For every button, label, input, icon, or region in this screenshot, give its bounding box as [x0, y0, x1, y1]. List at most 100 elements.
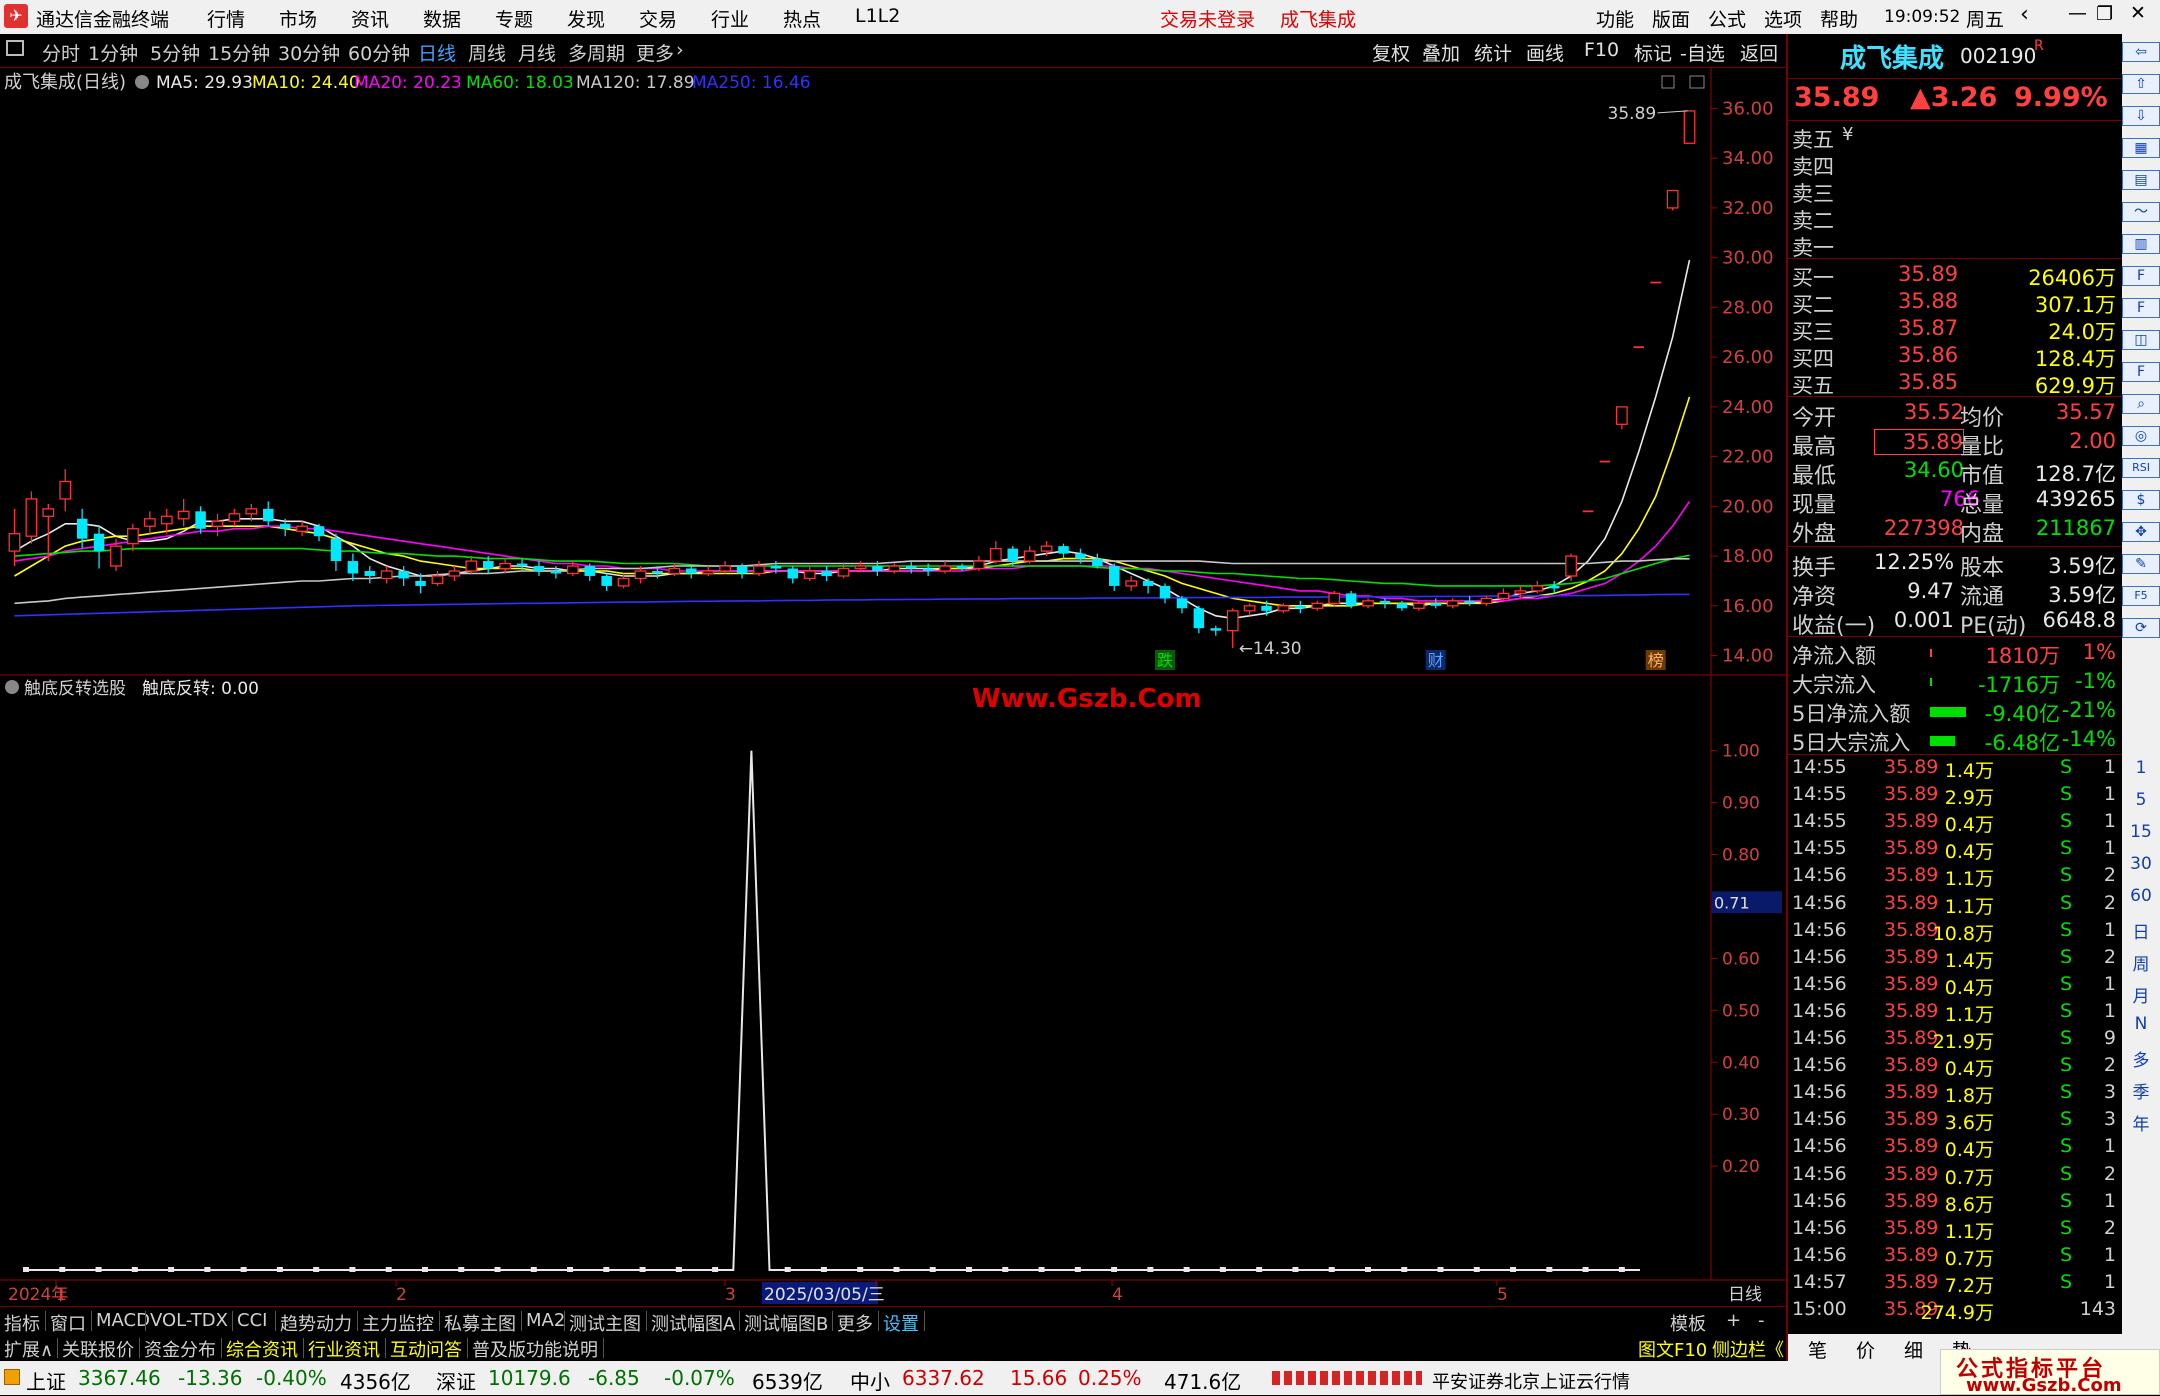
template-button[interactable]: 模板: [1670, 1310, 1706, 1336]
indicator-tab-12[interactable]: 更多: [837, 1310, 873, 1336]
pen-icon[interactable]: ✎: [2122, 554, 2160, 574]
sz-label[interactable]: 深证: [436, 1366, 476, 1395]
indicator-tab-11[interactable]: 测试幅图B: [744, 1310, 828, 1336]
sidebar-toggle[interactable]: 侧边栏《: [1712, 1336, 1784, 1362]
btn-remove-watchlist[interactable]: -自选: [1680, 39, 1725, 66]
tf-30min[interactable]: 30分钟: [278, 39, 340, 66]
indicator-tab-0[interactable]: 指标: [4, 1310, 40, 1336]
quote-tab-1[interactable]: 价: [1856, 1336, 1875, 1363]
f2-icon[interactable]: F: [2122, 362, 2160, 382]
indicator-tab-13[interactable]: 设置: [883, 1310, 919, 1336]
tf-60min[interactable]: 60分钟: [348, 39, 410, 66]
search-icon[interactable]: ⌕: [2122, 394, 2160, 414]
refresh-icon[interactable]: ⟳: [2122, 618, 2160, 638]
indicator-tab-7[interactable]: 私募主图: [444, 1310, 516, 1336]
tf-weekly[interactable]: 周线: [468, 39, 506, 66]
menu-redian[interactable]: 热点: [783, 5, 821, 32]
sub-options-icon[interactable]: [5, 680, 19, 694]
tf-fenshi[interactable]: 分时: [42, 39, 80, 66]
main-kline-chart[interactable]: 36.00 34.00 32.00 30.00 28.00 26.00 24.00 22.00…: [0, 68, 1785, 676]
quote-list-icon[interactable]: ▦: [2122, 138, 2160, 158]
indicator-tab-5[interactable]: 趋势动力: [280, 1310, 352, 1336]
side-period-日[interactable]: 日: [2122, 918, 2160, 943]
tf-1min[interactable]: 1分钟: [88, 39, 138, 66]
grid-icon[interactable]: ▤: [2122, 170, 2160, 190]
side-period-N[interactable]: N: [2122, 1014, 2160, 1034]
event-tag[interactable]: 榜: [1648, 651, 1664, 670]
side-period-15[interactable]: 15: [2122, 822, 2160, 842]
menu-shichang[interactable]: 市场: [279, 5, 317, 32]
indicator-tab-10[interactable]: 测试幅图A: [651, 1310, 735, 1336]
indicator-tab-1[interactable]: 窗口: [50, 1310, 86, 1336]
bottom-tab-5[interactable]: 互动问答: [390, 1336, 462, 1362]
side-period-季[interactable]: 季: [2122, 1078, 2160, 1103]
layout-icon[interactable]: [6, 40, 24, 56]
side-period-60[interactable]: 60: [2122, 886, 2160, 906]
tf-15min[interactable]: 15分钟: [208, 39, 270, 66]
side-period-年[interactable]: 年: [2122, 1110, 2160, 1135]
arrow-down-icon[interactable]: ⇩: [2122, 106, 2160, 126]
menu-jiaoyi[interactable]: 交易: [639, 5, 677, 32]
indicator-tab-3[interactable]: VOL-TDX: [150, 1310, 228, 1331]
tf-more[interactable]: 更多: [636, 39, 674, 66]
btn-fuquan[interactable]: 复权: [1372, 39, 1410, 66]
chart-options-icon[interactable]: [135, 75, 149, 89]
btn-f10[interactable]: F10: [1584, 39, 1619, 61]
dollar-icon[interactable]: $: [2122, 490, 2160, 510]
chevron-right-icon[interactable]: ›: [676, 39, 684, 61]
indicator-tab-4[interactable]: CCI: [237, 1310, 267, 1331]
indicator-tab-8[interactable]: MA2: [526, 1310, 565, 1331]
tf-daily[interactable]: 日线: [418, 39, 456, 66]
f5-icon[interactable]: F5: [2122, 586, 2160, 606]
btn-diejia[interactable]: 叠加: [1422, 39, 1460, 66]
arrow-left-icon[interactable]: ⇦: [2122, 42, 2160, 62]
menu-zhuanti[interactable]: 专题: [495, 5, 533, 32]
target-icon[interactable]: ◎: [2122, 426, 2160, 446]
arrow-up-icon[interactable]: ⇧: [2122, 74, 2160, 94]
side-period-30[interactable]: 30: [2122, 854, 2160, 874]
close-icon[interactable]: ✕: [2130, 2, 2146, 24]
f10-alt-icon[interactable]: F: [2122, 298, 2160, 318]
bottom-tab-2[interactable]: 资金分布: [144, 1336, 216, 1362]
minimize-icon[interactable]: —: [2068, 2, 2087, 24]
indicator-tab-6[interactable]: 主力监控: [362, 1310, 434, 1336]
sub-indicator-chart[interactable]: 1.000.900.800.700.600.500.400.300.200.71…: [0, 676, 1785, 1306]
f10-icon[interactable]: F: [2122, 266, 2160, 286]
bottom-tab-6[interactable]: 普及版功能说明: [472, 1336, 598, 1362]
menu-faxian[interactable]: 发现: [567, 5, 605, 32]
volume-icon[interactable]: ▥: [2122, 234, 2160, 254]
chart-icon[interactable]: ◫: [2122, 330, 2160, 350]
tf-5min[interactable]: 5分钟: [150, 39, 200, 66]
btn-biaoji[interactable]: 标记: [1634, 39, 1672, 66]
sh-label[interactable]: 上证: [26, 1366, 66, 1395]
menu-bangzhu[interactable]: 帮助: [1820, 5, 1858, 32]
menu-hangye[interactable]: 行业: [711, 5, 749, 32]
rsi-icon[interactable]: RSI: [2122, 458, 2160, 478]
side-period-5[interactable]: 5: [2122, 790, 2160, 810]
add-panel-button[interactable]: +: [1726, 1310, 1741, 1331]
side-period-周[interactable]: 周: [2122, 950, 2160, 975]
server-label[interactable]: 平安证券北京上证云行情: [1432, 1368, 1630, 1394]
remove-panel-button[interactable]: -: [1758, 1310, 1765, 1331]
bottom-tab-3[interactable]: 综合资讯: [226, 1336, 298, 1362]
menu-hangqing[interactable]: 行情: [207, 5, 245, 32]
quote-tab-0[interactable]: 笔: [1808, 1336, 1827, 1363]
menu-shuju[interactable]: 数据: [423, 5, 461, 32]
login-status[interactable]: 交易未登录: [1160, 5, 1255, 32]
indicator-tab-9[interactable]: 测试主图: [569, 1310, 641, 1336]
side-period-多[interactable]: 多: [2122, 1046, 2160, 1071]
event-tag[interactable]: 财: [1428, 651, 1444, 670]
btn-fanhui[interactable]: 返回: [1740, 39, 1778, 66]
menu-gongshi[interactable]: 公式: [1708, 5, 1746, 32]
bottom-tab-1[interactable]: 关联报价: [62, 1336, 134, 1362]
bottom-tab-4[interactable]: 行业资讯: [308, 1336, 380, 1362]
quote-tab-2[interactable]: 细: [1904, 1336, 1923, 1363]
menu-zixun[interactable]: 资讯: [351, 5, 389, 32]
bottom-tab-0[interactable]: 扩展∧: [4, 1336, 53, 1362]
menu-l1l2[interactable]: L1L2: [855, 5, 900, 27]
side-period-月[interactable]: 月: [2122, 982, 2160, 1007]
btn-huaxian[interactable]: 画线: [1526, 39, 1564, 66]
move-icon[interactable]: ✥: [2122, 522, 2160, 542]
tf-multi[interactable]: 多周期: [568, 39, 625, 66]
menu-xuanxiang[interactable]: 选项: [1764, 5, 1802, 32]
